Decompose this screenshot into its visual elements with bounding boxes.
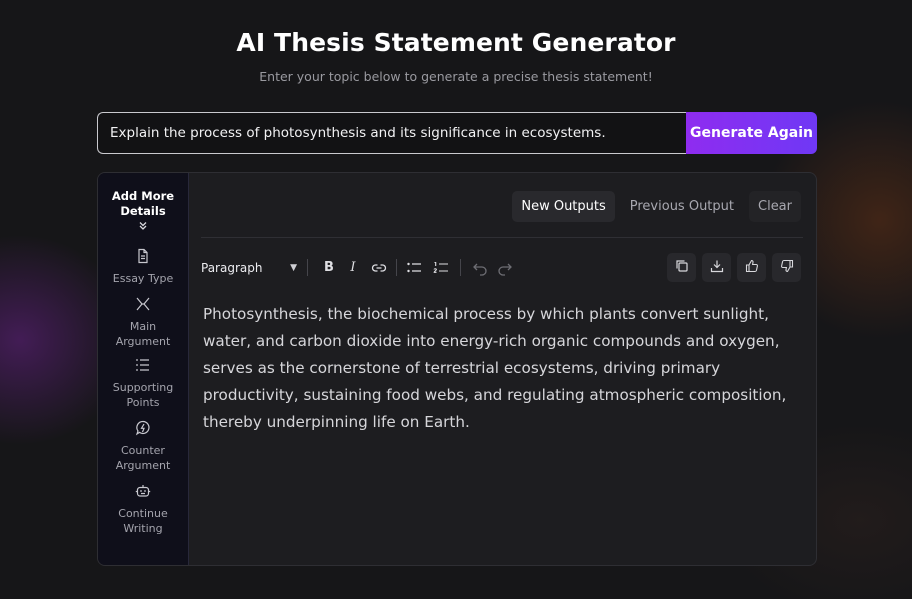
block-type-select[interactable]: Paragraph ▼ xyxy=(201,261,297,275)
output-area: New Outputs Previous Output Clear Paragr… xyxy=(189,173,816,565)
thesis-output-text[interactable]: Photosynthesis, the biochemical process … xyxy=(203,301,804,436)
thumbs-up-button[interactable] xyxy=(737,253,766,282)
italic-icon[interactable]: I xyxy=(342,257,364,279)
bold-icon[interactable]: B xyxy=(318,257,340,279)
page-title: AI Thesis Statement Generator xyxy=(236,28,676,57)
sidebar-item-label: Supporting Points xyxy=(112,381,174,409)
chevron-double-down-icon[interactable] xyxy=(138,221,148,234)
robot-icon xyxy=(135,483,151,503)
tab-previous-output[interactable]: Previous Output xyxy=(621,191,743,222)
sidebar-item-main-argument[interactable]: Main Argument xyxy=(100,296,186,349)
topic-input[interactable] xyxy=(97,112,686,154)
numbered-list-icon[interactable] xyxy=(430,257,452,279)
document-icon xyxy=(135,248,151,268)
thumbs-down-button[interactable] xyxy=(772,253,801,282)
sidebar-item-label: Essay Type xyxy=(112,272,174,285)
clear-button[interactable]: Clear xyxy=(749,191,801,222)
link-icon[interactable] xyxy=(368,257,390,279)
caret-down-icon: ▼ xyxy=(290,262,297,273)
undo-icon[interactable] xyxy=(469,257,491,279)
sidebar-item-essay-type[interactable]: Essay Type xyxy=(100,248,186,286)
thumbs-up-icon xyxy=(745,258,759,277)
download-icon xyxy=(710,258,724,277)
details-sidebar: Add More Details Essay Type Main Argument… xyxy=(98,173,189,565)
list-icon xyxy=(135,357,151,377)
generator-panel: Add More Details Essay Type Main Argument… xyxy=(97,172,817,566)
tab-new-outputs[interactable]: New Outputs xyxy=(512,191,615,222)
toolbar-separator xyxy=(460,259,461,276)
lightning-bubble-icon xyxy=(135,420,151,440)
bullet-list-icon[interactable] xyxy=(403,257,425,279)
sidebar-item-label: Counter Argument xyxy=(115,444,171,472)
toolbar-separator xyxy=(307,259,308,276)
thumbs-down-icon xyxy=(780,258,794,277)
generate-again-button[interactable]: Generate Again xyxy=(686,112,817,154)
sidebar-item-label: Continue Writing xyxy=(118,507,168,535)
topic-input-row: Generate Again xyxy=(97,112,817,154)
sidebar-item-label: Main Argument xyxy=(115,320,171,348)
divider xyxy=(201,237,803,238)
sidebar-item-supporting-points[interactable]: Supporting Points xyxy=(100,357,186,410)
redo-icon[interactable] xyxy=(494,257,516,279)
sidebar-heading: Add More Details xyxy=(111,189,175,218)
download-button[interactable] xyxy=(702,253,731,282)
sidebar-item-continue-writing[interactable]: Continue Writing xyxy=(100,483,186,536)
page-subtitle: Enter your topic below to generate a pre… xyxy=(259,69,653,84)
output-actions xyxy=(667,253,801,282)
split-arrows-icon xyxy=(135,296,151,316)
copy-button[interactable] xyxy=(667,253,696,282)
block-type-value: Paragraph xyxy=(201,260,263,275)
toolbar-separator xyxy=(396,259,397,276)
sidebar-item-counter-argument[interactable]: Counter Argument xyxy=(100,420,186,473)
output-tabs: New Outputs Previous Output Clear xyxy=(512,191,801,222)
editor-toolbar: Paragraph ▼ B I xyxy=(201,253,801,282)
copy-icon xyxy=(675,258,689,277)
